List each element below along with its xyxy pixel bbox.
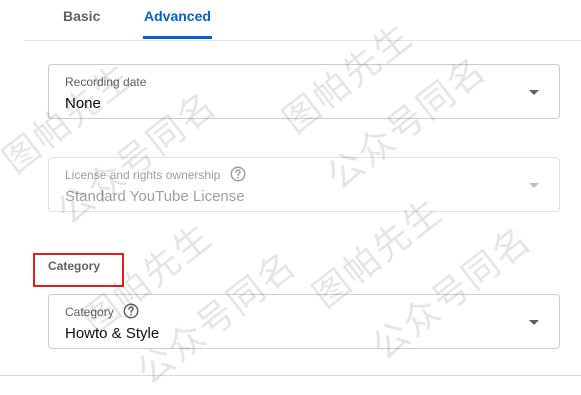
license-label: License and rights ownership — [65, 168, 221, 182]
license-select: License and rights ownership Standard Yo… — [48, 157, 560, 212]
tab-basic[interactable]: Basic — [63, 0, 100, 39]
tab-advanced-label: Advanced — [144, 8, 211, 24]
recording-date-value: None — [65, 95, 101, 112]
bottom-divider — [0, 375, 581, 376]
help-icon[interactable] — [229, 165, 247, 183]
caret-down-icon — [529, 183, 539, 188]
caret-down-icon — [529, 90, 539, 95]
caret-down-icon — [529, 320, 539, 325]
tab-advanced[interactable]: Advanced — [143, 0, 212, 39]
recording-date-select[interactable]: Recording date None — [48, 64, 560, 119]
category-value: Howto & Style — [65, 325, 160, 342]
category-select[interactable]: Category Howto & Style — [48, 294, 560, 349]
help-icon[interactable] — [122, 302, 140, 320]
active-tab-indicator — [143, 36, 212, 39]
category-label: Category — [65, 305, 114, 319]
highlight-annotation — [33, 253, 124, 287]
details-tabs: Basic Advanced — [24, 0, 581, 41]
recording-date-label: Recording date — [65, 75, 147, 89]
license-value: Standard YouTube License — [65, 188, 245, 205]
